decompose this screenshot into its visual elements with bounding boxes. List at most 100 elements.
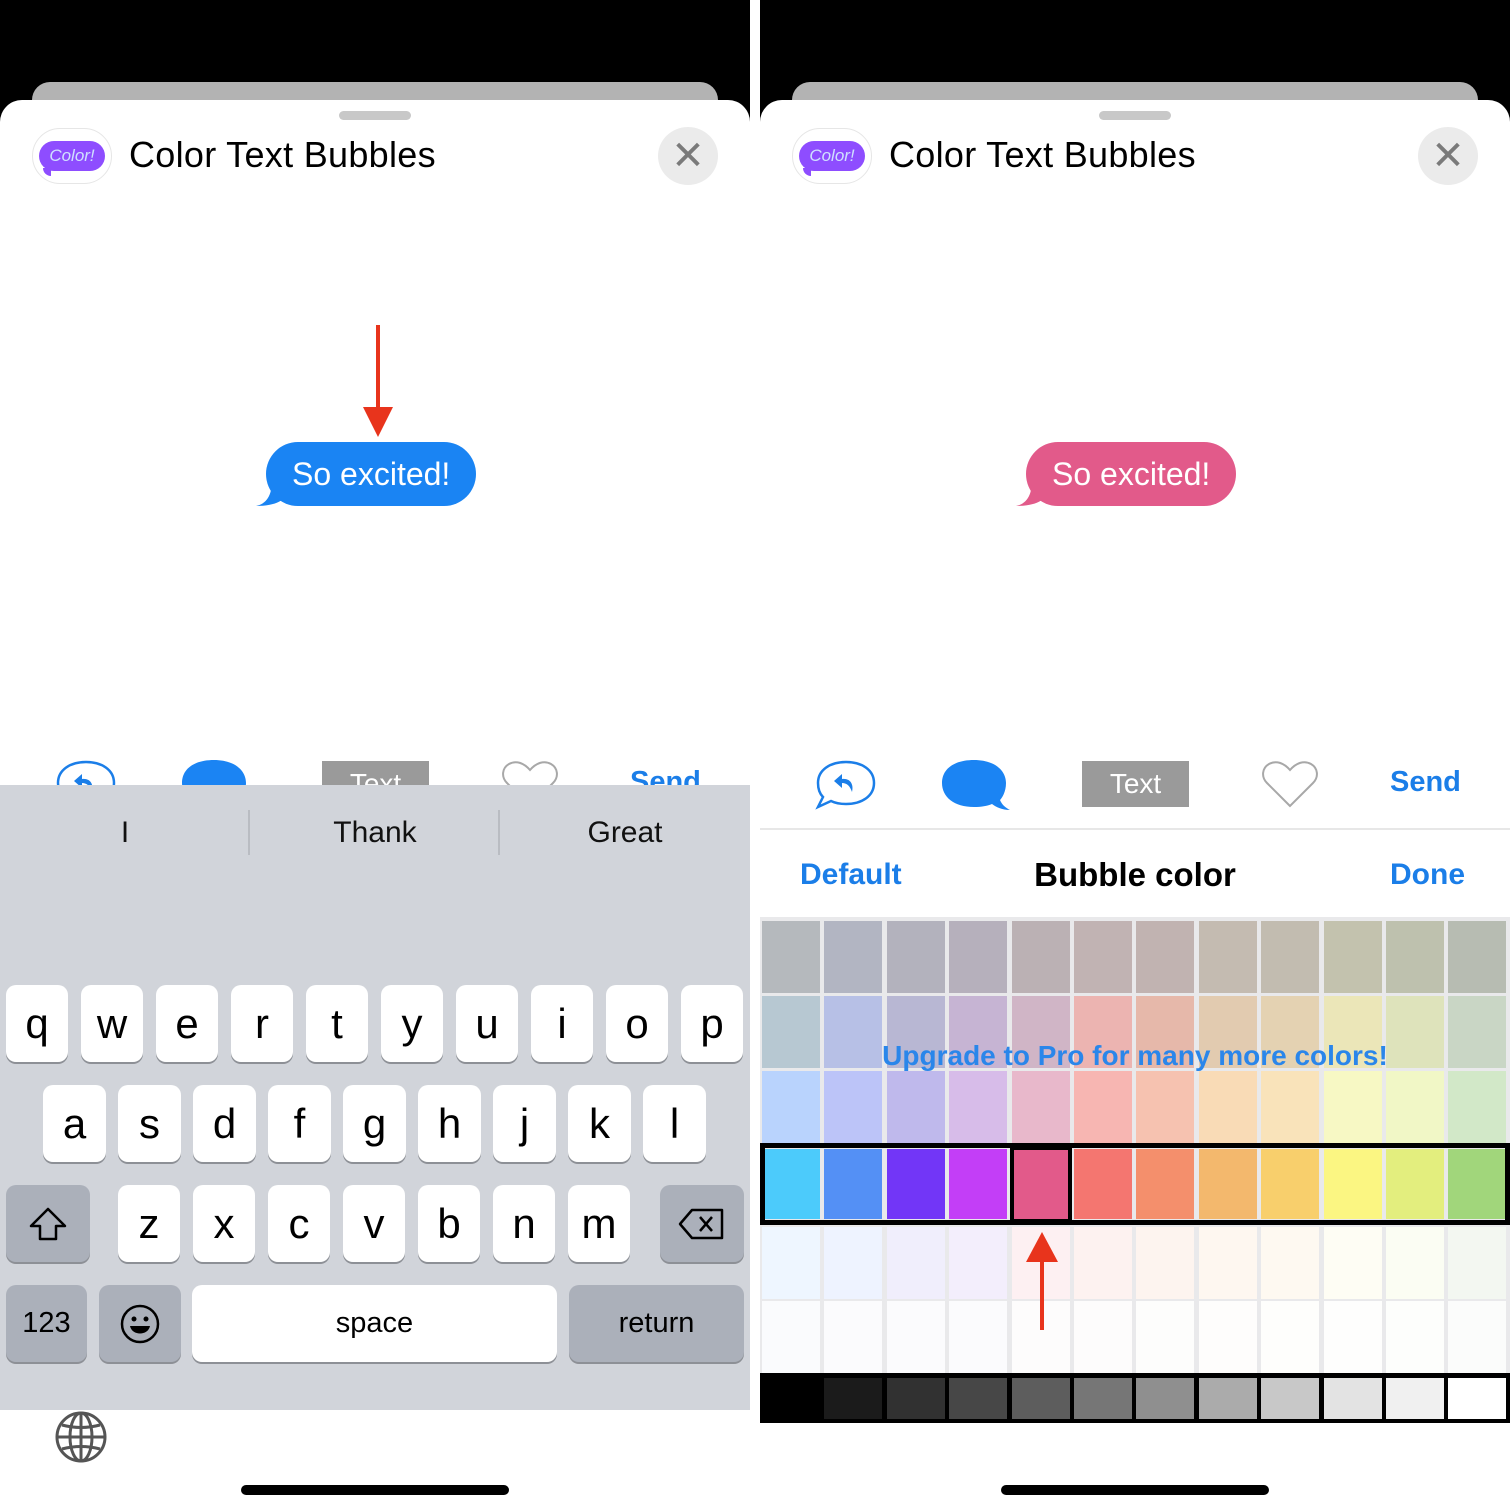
color-swatch[interactable] [1136, 921, 1195, 993]
color-swatch[interactable] [762, 1301, 820, 1373]
color-swatch[interactable] [886, 1071, 945, 1143]
key-j[interactable]: j [493, 1085, 556, 1162]
message-bubble[interactable]: So excited! [1016, 442, 1237, 506]
text-style-button[interactable]: Text [1082, 761, 1189, 807]
color-swatch[interactable] [1011, 921, 1070, 993]
key-e[interactable]: e [156, 985, 218, 1062]
gray-swatch[interactable] [1074, 1378, 1132, 1419]
color-swatch[interactable] [1323, 1071, 1382, 1143]
shift-key[interactable] [6, 1185, 90, 1262]
gray-swatch[interactable] [1448, 1378, 1507, 1419]
color-swatch[interactable] [1261, 1227, 1320, 1299]
color-swatch[interactable] [762, 1071, 820, 1143]
key-d[interactable]: d [193, 1085, 256, 1162]
color-swatch[interactable] [1136, 1301, 1195, 1373]
color-swatch[interactable] [1386, 1227, 1444, 1299]
key-q[interactable]: q [6, 985, 68, 1062]
message-bubble[interactable]: So excited! [256, 442, 477, 506]
key-r[interactable]: r [231, 985, 293, 1062]
color-swatch[interactable] [762, 921, 820, 993]
suggestion-2[interactable]: Thank [250, 785, 500, 880]
gray-swatch[interactable] [1261, 1378, 1320, 1419]
color-swatch[interactable] [949, 921, 1008, 993]
key-k[interactable]: k [568, 1085, 631, 1162]
key-y[interactable]: y [381, 985, 443, 1062]
gray-swatch[interactable] [1198, 1378, 1257, 1419]
color-swatch[interactable] [1136, 1227, 1195, 1299]
color-swatch[interactable] [1198, 921, 1257, 993]
color-swatch[interactable] [1323, 1227, 1382, 1299]
emoji-key[interactable] [99, 1285, 181, 1362]
gray-swatch[interactable] [1386, 1378, 1444, 1419]
key-f[interactable]: f [268, 1085, 331, 1162]
color-swatch[interactable] [886, 1301, 945, 1373]
key-a[interactable]: a [43, 1085, 106, 1162]
color-swatch[interactable] [1198, 1301, 1257, 1373]
return-key[interactable]: return [569, 1285, 744, 1362]
key-u[interactable]: u [456, 985, 518, 1062]
color-swatch[interactable] [949, 1301, 1008, 1373]
send-button[interactable]: Send [1390, 766, 1461, 799]
close-button[interactable]: ✕ [658, 127, 718, 185]
key-l[interactable]: l [643, 1085, 706, 1162]
color-swatch[interactable] [886, 921, 945, 993]
done-button[interactable]: Done [1390, 858, 1465, 892]
key-v[interactable]: v [343, 1185, 405, 1262]
color-swatch[interactable] [1074, 1227, 1132, 1299]
color-swatch[interactable] [824, 921, 883, 993]
suggestion-3[interactable]: Great [500, 785, 750, 880]
color-swatch[interactable] [1448, 1301, 1507, 1373]
color-swatch[interactable] [824, 1071, 883, 1143]
key-g[interactable]: g [343, 1085, 406, 1162]
color-swatch[interactable] [1448, 921, 1507, 993]
color-swatch[interactable] [1386, 1301, 1444, 1373]
gray-swatch[interactable] [886, 1378, 945, 1419]
key-p[interactable]: p [681, 985, 743, 1062]
color-swatch[interactable] [1323, 1301, 1382, 1373]
key-z[interactable]: z [118, 1185, 180, 1262]
color-swatch[interactable] [1074, 1301, 1132, 1373]
key-h[interactable]: h [418, 1085, 481, 1162]
key-x[interactable]: x [193, 1185, 255, 1262]
color-swatch[interactable] [1448, 1071, 1507, 1143]
color-swatch[interactable] [762, 1227, 820, 1299]
gray-swatch[interactable] [1323, 1378, 1382, 1419]
close-button[interactable]: ✕ [1418, 127, 1478, 185]
key-c[interactable]: c [268, 1185, 330, 1262]
color-swatch[interactable] [824, 1301, 883, 1373]
color-swatch[interactable] [1261, 1071, 1320, 1143]
color-swatch[interactable] [1386, 921, 1444, 993]
gray-swatch[interactable] [949, 1378, 1008, 1419]
color-swatch[interactable] [824, 1227, 883, 1299]
sheet-grabber[interactable] [1099, 111, 1171, 120]
delete-key[interactable] [660, 1185, 744, 1262]
color-swatch[interactable] [949, 1071, 1008, 1143]
color-swatch[interactable] [886, 1227, 945, 1299]
numbers-key[interactable]: 123 [6, 1285, 87, 1362]
key-w[interactable]: w [81, 985, 143, 1062]
color-swatch[interactable] [1198, 1071, 1257, 1143]
sheet-grabber[interactable] [339, 111, 411, 120]
key-s[interactable]: s [118, 1085, 181, 1162]
suggestion-1[interactable]: I [0, 785, 250, 880]
gray-swatch[interactable] [1011, 1378, 1070, 1419]
key-t[interactable]: t [306, 985, 368, 1062]
space-key[interactable]: space [192, 1285, 557, 1362]
key-m[interactable]: m [568, 1185, 630, 1262]
bubble-color-icon[interactable] [940, 758, 1012, 814]
color-swatch[interactable] [1386, 1071, 1444, 1143]
color-swatch[interactable] [1198, 1227, 1257, 1299]
key-b[interactable]: b [418, 1185, 480, 1262]
reply-bubble-icon[interactable] [814, 758, 878, 810]
gray-swatch[interactable] [824, 1378, 883, 1419]
globe-icon[interactable] [54, 1410, 108, 1464]
key-i[interactable]: i [531, 985, 593, 1062]
color-swatch[interactable] [1074, 1071, 1132, 1143]
gray-swatch[interactable] [1136, 1378, 1195, 1419]
color-swatch[interactable] [1136, 1071, 1195, 1143]
color-swatch[interactable] [1323, 921, 1382, 993]
color-swatch[interactable] [1448, 1227, 1507, 1299]
color-swatch[interactable] [1261, 1301, 1320, 1373]
key-o[interactable]: o [606, 985, 668, 1062]
heart-icon[interactable] [1260, 760, 1320, 810]
